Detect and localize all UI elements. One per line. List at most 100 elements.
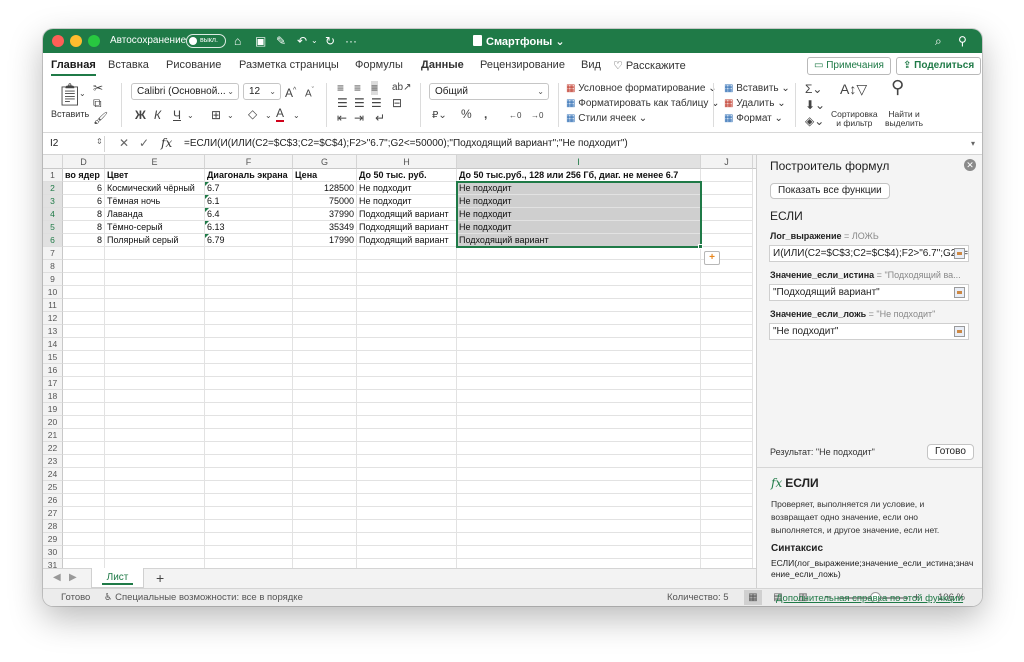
grid-cell[interactable] bbox=[701, 325, 753, 338]
grid-cell[interactable] bbox=[105, 442, 205, 455]
search-icon[interactable]: ⌕ bbox=[935, 33, 942, 49]
done-button[interactable]: Готово bbox=[927, 444, 974, 460]
grid-cell[interactable] bbox=[293, 533, 357, 546]
grid-cell[interactable] bbox=[63, 507, 105, 520]
row-header[interactable]: 16 bbox=[43, 364, 63, 377]
grid-cell[interactable] bbox=[105, 429, 205, 442]
row-header[interactable]: 31 bbox=[43, 559, 63, 568]
grid-cell[interactable] bbox=[105, 260, 205, 273]
font-name-select[interactable]: Calibri (Основной... ⌄ bbox=[131, 83, 239, 100]
data-cell[interactable]: 6 bbox=[63, 195, 105, 208]
tab-home[interactable]: Главная bbox=[51, 59, 96, 76]
grid-cell[interactable] bbox=[205, 546, 293, 559]
grid-cell[interactable] bbox=[357, 455, 457, 468]
grid-cell[interactable] bbox=[105, 325, 205, 338]
data-cell[interactable]: Подходящий вариант bbox=[457, 234, 701, 247]
select-all-corner[interactable] bbox=[43, 155, 63, 169]
grid-cell[interactable] bbox=[457, 468, 701, 481]
data-cell[interactable]: Не подходит bbox=[457, 208, 701, 221]
grid-cell[interactable] bbox=[701, 286, 753, 299]
grid-cell[interactable] bbox=[105, 286, 205, 299]
increase-font-icon[interactable]: A^ bbox=[285, 84, 296, 100]
grid-cell[interactable] bbox=[357, 533, 457, 546]
delete-cells-button[interactable]: ▦ Удалить ⌄ bbox=[724, 98, 786, 109]
row-header[interactable]: 7 bbox=[43, 247, 63, 260]
header-cell[interactable]: во ядер bbox=[63, 169, 105, 182]
spreadsheet-grid[interactable]: D E F G H I J 1 во ядер Цвет Диагональ экрана Цена Д… bbox=[43, 155, 756, 568]
data-cell[interactable]: Космический чёрный bbox=[105, 182, 205, 195]
header-cell[interactable]: Цвет bbox=[105, 169, 205, 182]
currency-icon[interactable]: ₽⌄ bbox=[432, 109, 447, 123]
data-cell[interactable]: Полярный серый bbox=[105, 234, 205, 247]
grid-cell[interactable] bbox=[105, 247, 205, 260]
copy-icon[interactable]: ⧉ bbox=[93, 96, 102, 110]
data-cell[interactable]: Не подходит bbox=[457, 221, 701, 234]
merge-center-icon[interactable]: ⊟ bbox=[392, 96, 402, 110]
grid-cell[interactable] bbox=[205, 429, 293, 442]
grid-cell[interactable] bbox=[105, 507, 205, 520]
sort-filter-icon[interactable]: A↕▽ bbox=[840, 82, 867, 96]
grid-cell[interactable] bbox=[457, 260, 701, 273]
data-cell[interactable]: Не подходит bbox=[357, 195, 457, 208]
bold-button[interactable]: Ж bbox=[135, 108, 146, 122]
data-cell[interactable]: 128500 bbox=[293, 182, 357, 195]
grid-cell[interactable] bbox=[701, 234, 753, 247]
formula-input[interactable]: =ЕСЛИ(И(ИЛИ(C2=$C$3;C2=$C$4);F2>"6.7";G2… bbox=[184, 138, 628, 149]
save-icon[interactable]: ▣ bbox=[255, 33, 266, 49]
grid-cell[interactable] bbox=[105, 455, 205, 468]
grid-cell[interactable] bbox=[63, 442, 105, 455]
grid-cell[interactable] bbox=[293, 559, 357, 568]
grid-cell[interactable] bbox=[357, 442, 457, 455]
font-size-select[interactable]: 12 ⌄ bbox=[243, 83, 281, 100]
grid-cell[interactable] bbox=[293, 312, 357, 325]
grid-cell[interactable] bbox=[205, 442, 293, 455]
grid-cell[interactable] bbox=[63, 520, 105, 533]
grid-cell[interactable] bbox=[205, 273, 293, 286]
edit-icon[interactable]: ✎ bbox=[276, 33, 286, 49]
grid-cell[interactable] bbox=[357, 325, 457, 338]
grid-cell[interactable] bbox=[457, 351, 701, 364]
grid-cell[interactable] bbox=[205, 533, 293, 546]
grid-cell[interactable] bbox=[701, 520, 753, 533]
grid-cell[interactable] bbox=[63, 377, 105, 390]
decrease-font-icon[interactable]: Aˇ bbox=[305, 84, 314, 101]
undo-icon[interactable]: ↶ bbox=[297, 33, 307, 49]
grid-cell[interactable] bbox=[205, 455, 293, 468]
grid-cell[interactable] bbox=[105, 299, 205, 312]
find-select-button[interactable]: Найти и выделить bbox=[885, 110, 923, 128]
grid-cell[interactable] bbox=[701, 390, 753, 403]
data-cell[interactable]: 37990 bbox=[293, 208, 357, 221]
grid-cell[interactable] bbox=[701, 559, 753, 568]
grid-cell[interactable] bbox=[63, 390, 105, 403]
grid-cell[interactable] bbox=[457, 455, 701, 468]
grid-cell[interactable] bbox=[205, 247, 293, 260]
grid-cell[interactable] bbox=[205, 468, 293, 481]
grid-cell[interactable] bbox=[293, 364, 357, 377]
close-panel-icon[interactable]: ✕ bbox=[964, 159, 976, 171]
normal-view-icon[interactable]: ▦ bbox=[744, 590, 762, 605]
grid-cell[interactable] bbox=[701, 416, 753, 429]
grid-cell[interactable] bbox=[357, 481, 457, 494]
grid-cell[interactable] bbox=[205, 520, 293, 533]
grid-cell[interactable] bbox=[63, 416, 105, 429]
data-cell[interactable]: 6.13 bbox=[205, 221, 293, 234]
grid-cell[interactable] bbox=[205, 403, 293, 416]
data-cell[interactable]: 75000 bbox=[293, 195, 357, 208]
data-cell[interactable]: Подходящий вариант bbox=[357, 208, 457, 221]
increase-decimal-icon[interactable]: ←0 bbox=[509, 109, 521, 123]
grid-cell[interactable] bbox=[457, 442, 701, 455]
grid-cell[interactable] bbox=[457, 416, 701, 429]
grid-cell[interactable] bbox=[293, 442, 357, 455]
grid-cell[interactable] bbox=[357, 507, 457, 520]
row-header[interactable]: 4 bbox=[43, 208, 63, 221]
grid-cell[interactable] bbox=[357, 559, 457, 568]
grid-cell[interactable] bbox=[293, 468, 357, 481]
grid-cell[interactable] bbox=[701, 338, 753, 351]
grid-cell[interactable] bbox=[457, 481, 701, 494]
grid-cell[interactable] bbox=[457, 247, 701, 260]
column-header-f[interactable]: F bbox=[205, 155, 293, 169]
grid-cell[interactable] bbox=[701, 364, 753, 377]
grid-cell[interactable] bbox=[357, 403, 457, 416]
grid-cell[interactable] bbox=[701, 377, 753, 390]
grid-cell[interactable] bbox=[357, 286, 457, 299]
